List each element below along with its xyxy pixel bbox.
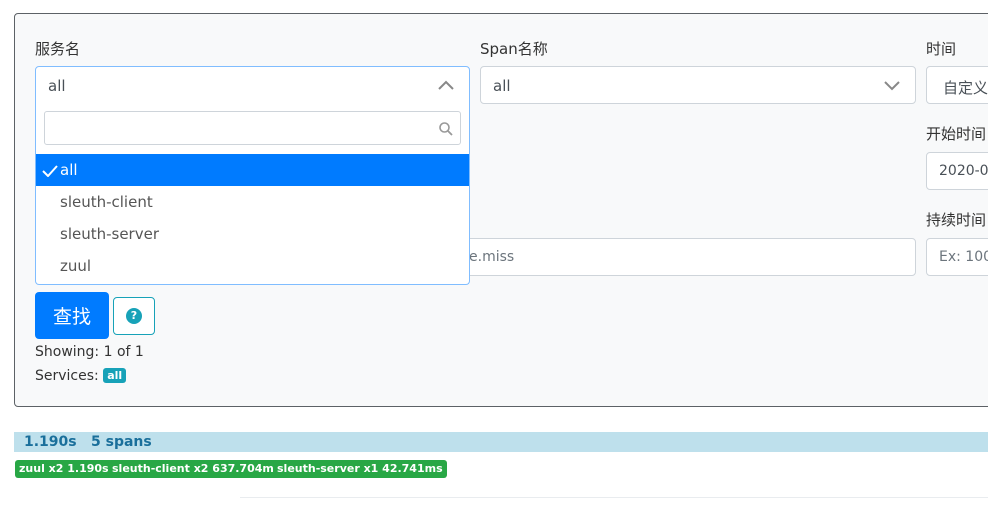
find-button[interactable]: 查找 bbox=[35, 292, 109, 339]
service-dropdown: all sleuth-client sleuth-server zuul bbox=[35, 103, 470, 285]
trace-span-count: 5 spans bbox=[91, 434, 152, 450]
start-time-value: 2020-0 bbox=[939, 163, 988, 179]
dropdown-item-label: sleuth-server bbox=[60, 225, 160, 243]
service-name-value: all bbox=[48, 77, 66, 95]
trace-summary-bar[interactable]: 1.190s 5 spans bbox=[14, 432, 988, 452]
service-name-label: 服务名 bbox=[35, 40, 81, 58]
help-button[interactable]: ? bbox=[113, 297, 155, 335]
service-tag-zuul: zuul x2 1.190s bbox=[15, 460, 113, 478]
chevron-down-icon bbox=[884, 81, 900, 91]
dropdown-item-zuul[interactable]: zuul bbox=[36, 250, 469, 282]
check-icon bbox=[42, 165, 58, 177]
service-tag-sleuth-server: sleuth-server x1 42.741ms bbox=[273, 460, 447, 478]
chevron-up-icon bbox=[438, 80, 454, 90]
services-badge: all bbox=[103, 368, 127, 383]
annotation-query-input[interactable]: e.miss bbox=[440, 238, 916, 276]
service-tag-sleuth-client: sleuth-client x2 637.704ms bbox=[108, 460, 285, 478]
time-select[interactable]: 自定义 bbox=[926, 66, 988, 104]
dropdown-item-sleuth-server[interactable]: sleuth-server bbox=[36, 218, 469, 250]
span-name-value: all bbox=[493, 77, 511, 95]
time-label: 时间 bbox=[926, 40, 957, 58]
annotation-query-placeholder: e.miss bbox=[469, 249, 515, 265]
start-time-label: 开始时间 bbox=[926, 125, 987, 143]
start-time-input[interactable]: 2020-0 bbox=[926, 152, 988, 190]
duration-label: 持续时间 bbox=[926, 211, 987, 229]
dropdown-item-label: zuul bbox=[60, 257, 92, 275]
question-circle-icon: ? bbox=[126, 308, 142, 324]
dropdown-item-sleuth-client[interactable]: sleuth-client bbox=[36, 186, 469, 218]
services-line: Services: all bbox=[35, 368, 127, 384]
duration-placeholder: Ex: 100 bbox=[939, 249, 988, 265]
dropdown-search-input[interactable] bbox=[44, 111, 461, 145]
trace-duration: 1.190s bbox=[24, 434, 77, 450]
showing-count: Showing: 1 of 1 bbox=[35, 344, 144, 360]
dropdown-item-all[interactable]: all bbox=[36, 154, 469, 186]
divider bbox=[240, 497, 988, 498]
time-value: 自定义 bbox=[943, 79, 988, 97]
service-name-select[interactable]: all bbox=[35, 66, 470, 104]
duration-input[interactable]: Ex: 100 bbox=[926, 238, 988, 276]
search-icon bbox=[439, 122, 453, 136]
dropdown-item-label: sleuth-client bbox=[60, 193, 153, 211]
dropdown-item-label: all bbox=[60, 161, 78, 179]
span-name-label: Span名称 bbox=[480, 40, 548, 58]
span-name-select[interactable]: all bbox=[480, 66, 916, 104]
services-label: Services: bbox=[35, 368, 99, 384]
